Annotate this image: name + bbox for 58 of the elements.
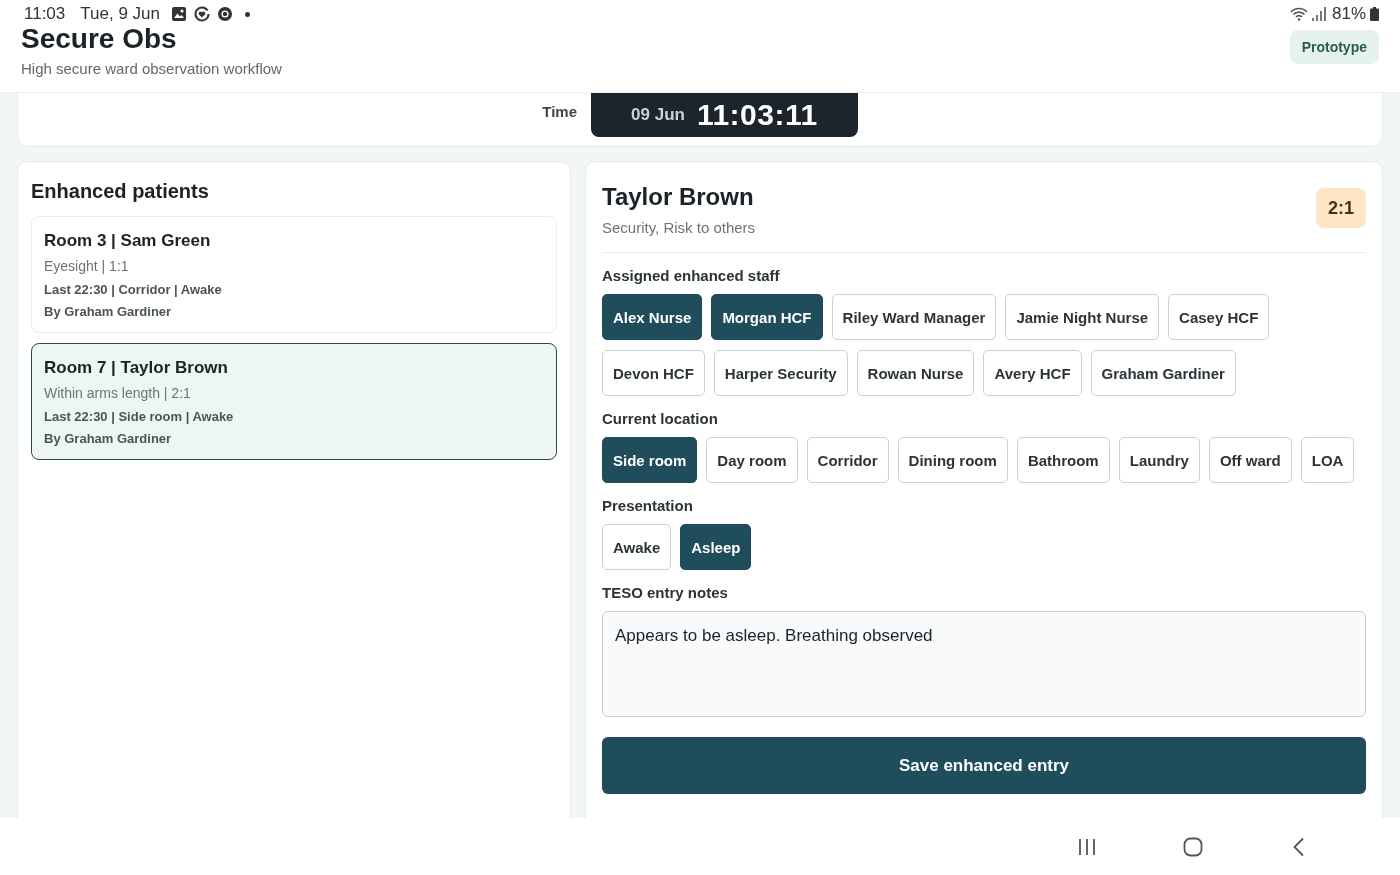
status-date: Tue, 9 Jun — [80, 4, 160, 24]
patient-card[interactable]: Room 7 | Taylor Brown Within arms length | 2:1 Last 22:30 | Side room | Awake By Graham Gardiner — [31, 343, 557, 460]
wifi-icon — [1289, 7, 1308, 21]
patient-risks: Security, Risk to others — [602, 218, 756, 238]
choice-button[interactable]: Dining room — [897, 437, 1008, 483]
patient-title: Room 3 | Sam Green — [44, 230, 212, 252]
battery-icon — [1370, 7, 1379, 21]
last-entry: Last 22:30 | Corridor | Awake — [44, 281, 223, 299]
choice-button[interactable]: Jamie Night Nurse — [1005, 294, 1160, 340]
section-label: Presentation — [602, 496, 694, 516]
choice-button[interactable]: LOA — [1300, 437, 1355, 483]
choice-button[interactable]: Graham Gardiner — [1090, 350, 1236, 396]
observation-level: Eyesight | 1:1 — [44, 257, 130, 276]
home-icon[interactable] — [1183, 836, 1203, 857]
choice-button[interactable]: Alex Nurse — [602, 294, 703, 340]
notes-field[interactable]: Appears to be asleep. Breathing observed — [602, 611, 1366, 717]
notes-label: TESO entry notes — [602, 583, 729, 603]
choice-button[interactable]: Off ward — [1208, 437, 1292, 483]
choice-button[interactable]: Laundry — [1118, 437, 1200, 483]
choice-button[interactable]: Asleep — [680, 524, 752, 570]
last-entry: Last 22:30 | Side room | Awake — [44, 408, 235, 426]
section-label: Assigned enhanced staff — [602, 266, 781, 286]
choice-button[interactable]: Awake — [602, 524, 672, 570]
app-subtitle: High secure ward observation workflow — [21, 60, 282, 78]
battery-percentage: 81% — [1331, 4, 1366, 24]
choice-button[interactable]: Avery HCF — [983, 350, 1082, 396]
patient-title: Room 7 | Taylor Brown — [44, 357, 229, 379]
image-icon — [171, 6, 187, 22]
heart-circle-icon — [194, 6, 210, 22]
choice-button[interactable]: Bathroom — [1016, 437, 1110, 483]
patient-card[interactable]: Room 3 | Sam Green Eyesight | 1:1 Last 22:30 | Corridor | Awake By Graham Gardiner — [31, 216, 557, 333]
panel-title: Enhanced patients — [31, 179, 210, 203]
time-label: Time — [542, 102, 578, 122]
app-title: Secure Obs — [21, 24, 178, 54]
clock-date: 09 Jun — [631, 105, 685, 125]
signal-icon — [1311, 7, 1326, 21]
recorded-by: By Graham Gardiner — [44, 303, 173, 321]
choice-button[interactable]: Devon HCF — [602, 350, 705, 396]
choice-button[interactable]: Riley Ward Manager — [831, 294, 997, 340]
recorded-by: By Graham Gardiner — [44, 430, 173, 448]
recent-apps-icon[interactable] — [1077, 836, 1097, 857]
save-button[interactable]: Save enhanced entry — [602, 737, 1366, 794]
observation-level: Within arms length | 2:1 — [44, 384, 192, 403]
ring-icon — [217, 6, 233, 22]
choice-button[interactable]: Harper Security — [713, 350, 848, 396]
section-label: Current location — [602, 409, 719, 429]
patient-name: Taylor Brown — [602, 182, 755, 212]
choice-button[interactable]: Rowan Nurse — [856, 350, 975, 396]
prototype-badge: Prototype — [1289, 30, 1379, 64]
status-time: 11:03 — [24, 4, 66, 24]
dot-icon — [245, 11, 250, 17]
choice-button[interactable]: Day room — [706, 437, 798, 483]
choice-button[interactable]: Casey HCF — [1168, 294, 1270, 340]
choice-button[interactable]: Side room — [602, 437, 698, 483]
choice-button[interactable]: Morgan HCF — [711, 294, 823, 340]
clock-time: 11:03:11 — [696, 98, 818, 132]
choice-button[interactable]: Corridor — [806, 437, 889, 483]
ratio-badge: 2:1 — [1316, 188, 1366, 228]
